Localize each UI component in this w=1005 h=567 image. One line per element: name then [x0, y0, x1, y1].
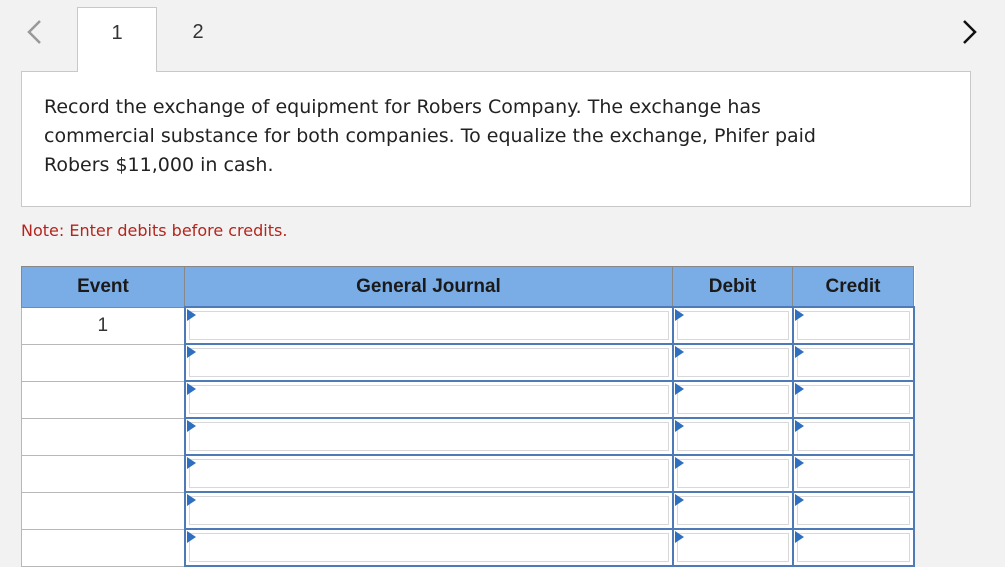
entry-marker-icon	[794, 309, 804, 321]
credit-input[interactable]	[796, 459, 910, 488]
tab-label: 1	[111, 22, 123, 44]
credit-input[interactable]	[796, 496, 910, 525]
account-dropdown-cell	[183, 528, 674, 567]
debit-input-cell	[671, 528, 794, 567]
chevron-left-icon	[27, 20, 41, 44]
credit-input-cell	[791, 417, 915, 456]
debit-input[interactable]	[676, 533, 789, 562]
event-cell	[21, 491, 185, 530]
entry-marker-icon	[674, 457, 684, 469]
event-cell	[21, 343, 185, 382]
entry-marker-icon	[794, 531, 804, 543]
account-dropdown[interactable]	[188, 496, 669, 525]
entry-marker-icon	[186, 420, 196, 432]
entry-marker-icon	[794, 494, 804, 506]
debit-input-cell	[671, 343, 794, 382]
entry-marker-icon	[186, 309, 196, 321]
account-dropdown-cell	[183, 343, 674, 382]
entry-marker-icon	[674, 346, 684, 358]
account-dropdown-cell	[183, 380, 674, 419]
debit-input-cell	[671, 454, 794, 493]
credit-input-cell	[791, 454, 915, 493]
debit-input-cell	[671, 491, 794, 530]
event-header: Event	[21, 266, 185, 308]
entry-marker-icon	[186, 383, 196, 395]
entry-marker-icon	[794, 346, 804, 358]
chevron-right-icon	[963, 20, 977, 44]
general-journal-header: General Journal	[184, 266, 673, 308]
entry-marker-icon	[186, 346, 196, 358]
account-dropdown[interactable]	[188, 533, 669, 562]
entry-marker-icon	[186, 531, 196, 543]
credit-input-cell	[791, 491, 915, 530]
entry-marker-icon	[674, 420, 684, 432]
debit-input-cell	[671, 417, 794, 456]
debit-input[interactable]	[676, 385, 789, 414]
journal-row	[21, 454, 915, 493]
event-cell	[21, 417, 185, 456]
credit-input[interactable]	[796, 385, 910, 414]
entry-marker-icon	[186, 494, 196, 506]
entry-marker-icon	[674, 494, 684, 506]
journal-row	[21, 343, 915, 382]
account-dropdown-cell	[183, 454, 674, 493]
debit-input-cell	[671, 306, 794, 345]
journal-row	[21, 528, 915, 567]
entry-marker-icon	[794, 383, 804, 395]
credit-input-cell	[791, 343, 915, 382]
tab-2[interactable]: 2	[158, 7, 238, 71]
event-cell	[21, 380, 185, 419]
account-dropdown[interactable]	[188, 311, 669, 340]
journal-table: Event General Journal Debit Credit 1	[21, 266, 915, 567]
journal-header-row: Event General Journal Debit Credit	[21, 266, 914, 308]
account-dropdown-cell	[183, 306, 674, 345]
debit-input[interactable]	[676, 348, 789, 377]
event-cell	[21, 454, 185, 493]
debit-input[interactable]	[676, 311, 789, 340]
entry-marker-icon	[794, 457, 804, 469]
event-cell: 1	[21, 306, 185, 345]
journal-row	[21, 417, 915, 456]
credit-input[interactable]	[796, 348, 910, 377]
entry-marker-icon	[674, 531, 684, 543]
entry-marker-icon	[186, 457, 196, 469]
credit-input-cell	[791, 380, 915, 419]
journal-row	[21, 380, 915, 419]
credit-input-cell	[791, 528, 915, 567]
debit-input[interactable]	[676, 422, 789, 451]
account-dropdown[interactable]	[188, 422, 669, 451]
event-cell	[21, 528, 185, 567]
credit-header: Credit	[792, 266, 914, 308]
note-text: Note: Enter debits before credits.	[21, 221, 288, 240]
entry-marker-icon	[794, 420, 804, 432]
entry-marker-icon	[674, 309, 684, 321]
question-panel: Record the exchange of equipment for Rob…	[21, 71, 971, 207]
debit-input-cell	[671, 380, 794, 419]
account-dropdown-cell	[183, 491, 674, 530]
credit-input[interactable]	[796, 533, 910, 562]
tab-1[interactable]: 1	[77, 7, 157, 72]
account-dropdown[interactable]	[188, 385, 669, 414]
entry-marker-icon	[674, 383, 684, 395]
debit-input[interactable]	[676, 496, 789, 525]
question-text: Record the exchange of equipment for Rob…	[44, 96, 816, 176]
debit-header: Debit	[672, 266, 793, 308]
account-dropdown[interactable]	[188, 348, 669, 377]
next-button[interactable]	[956, 14, 984, 50]
journal-row: 1	[21, 306, 915, 345]
tab-label: 2	[192, 21, 204, 43]
debit-input[interactable]	[676, 459, 789, 488]
credit-input[interactable]	[796, 311, 910, 340]
account-dropdown[interactable]	[188, 459, 669, 488]
credit-input[interactable]	[796, 422, 910, 451]
credit-input-cell	[791, 306, 915, 345]
journal-row	[21, 491, 915, 530]
previous-button[interactable]	[20, 14, 48, 50]
account-dropdown-cell	[183, 417, 674, 456]
